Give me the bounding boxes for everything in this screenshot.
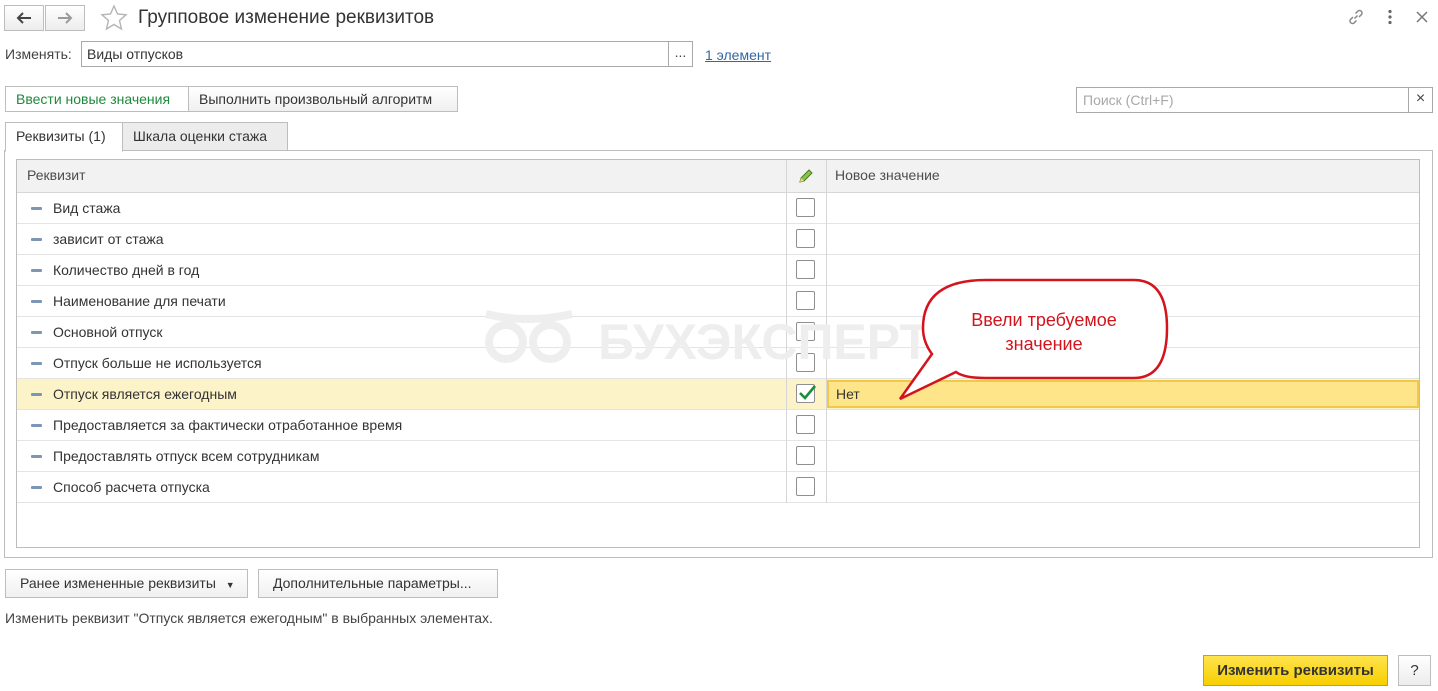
elements-count-link[interactable]: 1 элемент [705,47,771,63]
arrow-right-icon [58,12,73,24]
attribute-marker-icon [31,393,42,396]
pencil-icon [799,169,813,183]
change-label: Изменять: [5,46,72,62]
attribute-marker-icon [31,424,42,427]
tab-attributes[interactable]: Реквизиты (1) [5,122,123,152]
attribute-marker-icon [31,455,42,458]
column-divider [826,193,827,503]
attribute-name: Вид стажа [53,200,121,216]
star-icon [100,4,128,31]
table-row[interactable]: зависит от стажа [17,224,1419,255]
attribute-name: Основной отпуск [53,324,163,340]
forward-button[interactable] [45,5,85,31]
callout-line: Ввели требуемое [971,310,1117,330]
previous-attributes-button[interactable]: Ранее измененные реквизиты ▼ [5,569,248,598]
status-description: Изменить реквизит "Отпуск является ежего… [5,610,493,626]
column-divider [786,160,787,193]
change-checkbox[interactable] [796,446,815,465]
attribute-name: Отпуск является ежегодным [53,386,237,402]
attribute-name: Предоставляется за фактически отработанн… [53,417,403,433]
column-divider [826,160,827,193]
more-button[interactable] [1380,6,1400,28]
attribute-marker-icon [31,331,42,334]
callout-line: значение [1005,334,1083,354]
table-row[interactable]: Предоставляется за фактически отработанн… [17,410,1419,441]
change-checkbox[interactable] [796,353,815,372]
table-row[interactable]: Отпуск является ежегодным Нет [17,379,1419,410]
column-header-edit [797,160,817,193]
change-checkbox[interactable] [796,198,815,217]
attribute-marker-icon [31,362,42,365]
column-header-attribute: Реквизит [27,167,86,183]
favorite-button[interactable] [100,4,128,35]
attribute-name: зависит от стажа [53,231,164,247]
callout-text: Ввели требуемое значение [938,308,1150,356]
attribute-name: Наименование для печати [53,293,226,309]
checkmark-icon [799,385,816,400]
tab-seniority-scale[interactable]: Шкала оценки стажа [122,122,288,151]
attribute-marker-icon [31,300,42,303]
previous-attributes-label: Ранее измененные реквизиты [20,575,216,591]
change-object-field[interactable]: Виды отпусков [81,41,669,67]
attribute-name: Отпуск больше не используется [53,355,262,371]
dropdown-arrow-icon: ▼ [225,580,235,590]
table-row[interactable]: Вид стажа [17,193,1419,224]
search-input[interactable]: Поиск (Ctrl+F) [1076,87,1409,113]
attributes-table: Реквизит Новое значение Вид стажа зависит… [16,159,1420,548]
select-object-button[interactable]: ... [669,41,693,67]
table-header: Реквизит Новое значение [17,160,1419,193]
attribute-marker-icon [31,238,42,241]
column-divider [786,193,787,503]
search-clear-button[interactable]: × [1409,87,1433,113]
change-checkbox[interactable] [796,260,815,279]
column-header-new-value: Новое значение [835,167,940,183]
change-checkbox[interactable] [796,384,816,403]
attribute-marker-icon [31,207,42,210]
change-checkbox[interactable] [796,322,815,341]
table-row[interactable]: Предоставлять отпуск всем сотрудникам [17,441,1419,472]
change-checkbox[interactable] [796,291,815,310]
table-row[interactable]: Основной отпуск [17,317,1419,348]
apply-changes-button[interactable]: Изменить реквизиты [1203,655,1388,686]
attribute-name: Способ расчета отпуска [53,479,210,495]
change-checkbox[interactable] [796,229,815,248]
change-checkbox[interactable] [796,415,815,434]
table-row[interactable]: Количество дней в год [17,255,1419,286]
link-icon [1349,9,1363,25]
arrow-left-icon [16,12,31,24]
back-button[interactable] [4,5,44,31]
run-algorithm-button[interactable]: Выполнить произвольный алгоритм [188,86,458,112]
attribute-marker-icon [31,269,42,272]
link-button[interactable] [1346,6,1366,28]
help-button[interactable]: ? [1398,655,1431,686]
close-icon [1416,11,1428,23]
extra-parameters-button[interactable]: Дополнительные параметры... [258,569,498,598]
table-row[interactable]: Способ расчета отпуска [17,472,1419,503]
window-title: Групповое изменение реквизитов [138,7,435,28]
change-checkbox[interactable] [796,477,815,496]
attribute-marker-icon [31,486,42,489]
more-vertical-icon [1388,9,1392,25]
attribute-name: Предоставлять отпуск всем сотрудникам [53,448,320,464]
table-row[interactable]: Наименование для печати [17,286,1419,317]
close-button[interactable] [1412,6,1432,28]
attribute-name: Количество дней в год [53,262,200,278]
table-row[interactable]: Отпуск больше не используется [17,348,1419,379]
enter-new-values-button[interactable]: Ввести новые значения [5,86,189,112]
